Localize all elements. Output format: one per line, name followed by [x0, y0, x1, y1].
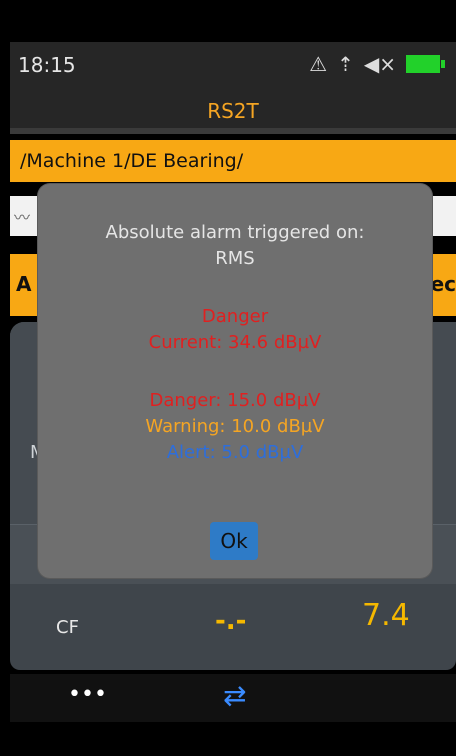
current-value: Current: 34.6 dBµV: [148, 332, 322, 353]
hearing-warning-icon: ⚠: [309, 52, 328, 76]
status-time: 18:15: [18, 53, 76, 77]
row-right-text: ec: [430, 272, 456, 296]
device-screen: 18:15 ⚠ ⇡ ◀× RS2T /Machine 1/DE Bearing/…: [0, 0, 456, 756]
alarm-message: Absolute alarm triggered on: RMS Danger …: [56, 202, 414, 504]
danger-threshold: Danger: 15.0 dBµV: [149, 390, 321, 411]
cf-value: 7.4: [362, 598, 410, 633]
cf-empty-value: -.-: [215, 606, 247, 636]
ok-button[interactable]: Ok: [210, 522, 258, 560]
alarm-title: Absolute alarm triggered on:: [105, 222, 365, 243]
bottom-bar: ••• ⇄: [10, 674, 456, 722]
alert-threshold: Alert: 5.0 dBµV: [166, 442, 304, 463]
alarm-dialog: Absolute alarm triggered on: RMS Danger …: [38, 184, 432, 578]
status-icons: ⚠ ⇡ ◀×: [309, 52, 445, 76]
waveform-icon: 〰: [14, 208, 31, 227]
battery-icon: [406, 55, 445, 73]
swap-icon[interactable]: ⇄: [223, 679, 246, 712]
usb-icon: ⇡: [337, 52, 354, 76]
danger-label: Danger: [201, 306, 269, 327]
cf-row: CF -.- 7.4: [10, 584, 456, 670]
warning-threshold: Warning: 10.0 dBµV: [145, 416, 325, 437]
status-bar: 18:15 ⚠ ⇡ ◀×: [10, 42, 456, 96]
row-left-text: A: [16, 272, 32, 296]
more-options-button[interactable]: •••: [68, 682, 107, 707]
speaker-muted-icon: ◀×: [363, 52, 396, 76]
path-bar: /Machine 1/DE Bearing/: [10, 140, 456, 182]
path-text: /Machine 1/DE Bearing/: [20, 150, 244, 172]
alarm-metric: RMS: [215, 248, 255, 269]
title-separator: [10, 128, 456, 134]
cf-label: CF: [56, 617, 79, 638]
app-title: RS2T: [10, 96, 456, 128]
